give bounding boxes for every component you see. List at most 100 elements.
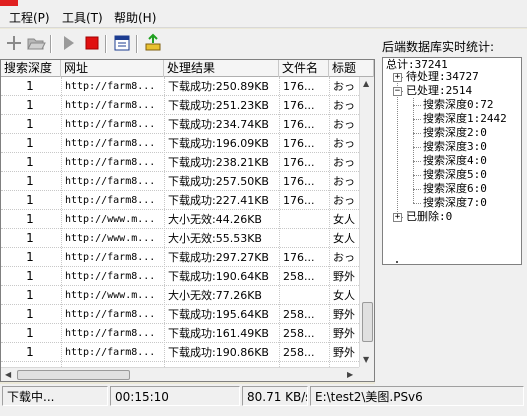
export-icon[interactable] bbox=[143, 33, 163, 53]
cell-title: おっ bbox=[333, 156, 355, 169]
cell-result: 大小无效:77.26KB bbox=[168, 289, 262, 302]
cell-title: おっ bbox=[333, 175, 355, 188]
menu-tools[interactable]: 工具(T) bbox=[62, 9, 103, 26]
expand-icon[interactable]: + bbox=[393, 73, 402, 82]
cell-url: http://farm8... bbox=[65, 252, 156, 263]
cell-result: 下载成功:161.49KB bbox=[168, 327, 269, 340]
cell-result: 下载成功:250.89KB bbox=[168, 80, 269, 93]
column-filename[interactable]: 文件名 bbox=[279, 60, 329, 77]
table-row[interactable]: 1 http://farm8... 下载成功:190.86KB 258... 野外 bbox=[1, 343, 359, 362]
table-row[interactable]: 1 http://farm8... 下载成功:196.09KB 176... おっ bbox=[1, 134, 359, 153]
table-row[interactable]: 1 http://farm8... 下载成功:190.64KB 258... 野外 bbox=[1, 267, 359, 286]
cell-filename: 258... bbox=[283, 308, 315, 321]
vertical-scrollbar[interactable]: ▲ ▼ bbox=[359, 77, 374, 367]
cell-filename: 176... bbox=[283, 194, 315, 207]
tree-depth-3[interactable]: 搜索深度3:0 bbox=[423, 140, 487, 154]
expand-icon[interactable]: + bbox=[393, 213, 402, 222]
cell-url: http://farm8... bbox=[65, 100, 156, 111]
scroll-up-icon[interactable]: ▲ bbox=[363, 79, 369, 88]
tree-deleted[interactable]: 已删除:0 bbox=[406, 210, 452, 224]
cell-url: http://farm8... bbox=[65, 309, 156, 320]
status-state: 下载中... bbox=[2, 386, 108, 406]
menu-project[interactable]: 工程(P) bbox=[9, 9, 50, 26]
cell-result: 下载成功:297.27KB bbox=[168, 251, 269, 264]
table-row[interactable]: 1 http://farm8... 下载成功:257.50KB 176... おっ bbox=[1, 172, 359, 191]
table-row[interactable]: 1 http://farm8... 下载成功:250.89KB 176... おっ bbox=[1, 77, 359, 96]
table-row[interactable]: 1 http://farm8... 下载成功:227.41KB 176... おっ bbox=[1, 191, 359, 210]
horizontal-scroll-thumb[interactable] bbox=[17, 370, 130, 380]
scroll-down-icon[interactable]: ▼ bbox=[363, 355, 369, 364]
cell-title: おっ bbox=[333, 99, 355, 112]
tree-depth-0[interactable]: 搜索深度0:72 bbox=[423, 98, 494, 112]
table-row[interactable]: 1 http://farm8... 下载成功:234.74KB 176... おっ bbox=[1, 115, 359, 134]
cell-url: http://farm8... bbox=[65, 347, 156, 358]
vertical-scroll-thumb[interactable] bbox=[362, 302, 373, 342]
cell-depth: 1 bbox=[26, 193, 34, 207]
cell-depth: 1 bbox=[26, 174, 34, 188]
cell-depth: 1 bbox=[26, 307, 34, 321]
table-row[interactable]: 1 http://farm8... 下载成功:161.49KB 258... 野外 bbox=[1, 324, 359, 343]
cell-result: 大小无效:44.26KB bbox=[168, 213, 262, 226]
tree-depth-6[interactable]: 搜索深度6:0 bbox=[423, 182, 487, 196]
download-list[interactable]: 搜索深度 网址 处理结果 文件名 标题 1 http://farm8... 下载成功… bbox=[0, 59, 375, 382]
cell-url: http://www.m... bbox=[65, 233, 156, 244]
cell-title: 女人 bbox=[333, 213, 355, 226]
scroll-corner bbox=[359, 367, 374, 381]
column-depth[interactable]: 搜索深度 bbox=[1, 60, 61, 77]
open-folder-icon[interactable] bbox=[26, 33, 46, 53]
cell-depth: 1 bbox=[26, 155, 34, 169]
cell-filename: 258... bbox=[283, 346, 315, 359]
cell-title: おっ bbox=[333, 118, 355, 131]
cell-result: 下载成功:190.64KB bbox=[168, 270, 269, 283]
column-url[interactable]: 网址 bbox=[61, 60, 164, 77]
tree-processed[interactable]: 已处理:2514 bbox=[406, 84, 472, 98]
table-row[interactable]: 1 http://farm8... 下载成功:297.27KB 176... おっ bbox=[1, 248, 359, 267]
cell-result: 下载成功:227.41KB bbox=[168, 194, 269, 207]
scroll-left-icon[interactable]: ◀ bbox=[5, 368, 11, 381]
cell-url: http://farm8... bbox=[65, 138, 156, 149]
status-elapsed: 00:15:10 bbox=[110, 386, 240, 406]
tree-depth-5[interactable]: 搜索深度5:0 bbox=[423, 168, 487, 182]
stats-tree[interactable]: 总计:37241 + 待处理:34727 − 已处理:2514 搜索深度0:72… bbox=[382, 57, 522, 265]
table-row[interactable]: 1 http://www.m... 大小无效:77.26KB 女人 bbox=[1, 286, 359, 305]
cell-filename: 176... bbox=[283, 118, 315, 131]
add-icon[interactable] bbox=[4, 33, 24, 53]
tree-depth-4[interactable]: 搜索深度4:0 bbox=[423, 154, 487, 168]
stray-dot bbox=[396, 261, 398, 263]
toolbar-separator bbox=[50, 35, 52, 53]
cell-depth: 1 bbox=[26, 231, 34, 245]
column-title[interactable]: 标题 bbox=[329, 60, 374, 77]
collapse-icon[interactable]: − bbox=[393, 87, 402, 96]
horizontal-scrollbar[interactable]: ◀ ▶ bbox=[1, 367, 359, 381]
tree-depth-1[interactable]: 搜索深度1:2442 bbox=[423, 112, 507, 126]
cell-result: 下载成功:257.50KB bbox=[168, 175, 269, 188]
tree-depth-2[interactable]: 搜索深度2:0 bbox=[423, 126, 487, 140]
table-row[interactable]: 1 http://www.m... 大小无效:44.26KB 女人 bbox=[1, 210, 359, 229]
tree-pending[interactable]: 待处理:34727 bbox=[406, 70, 479, 84]
column-result[interactable]: 处理结果 bbox=[164, 60, 279, 77]
play-icon[interactable] bbox=[58, 33, 78, 53]
stop-icon[interactable] bbox=[82, 33, 102, 53]
table-row[interactable]: 1 http://farm8... 下载成功:251.23KB 176... おっ bbox=[1, 96, 359, 115]
menu-help[interactable]: 帮助(H) bbox=[114, 9, 156, 26]
cell-filename: 176... bbox=[283, 137, 315, 150]
cell-url: http://farm8... bbox=[65, 119, 156, 130]
cell-filename: 176... bbox=[283, 251, 315, 264]
cell-title: 野外 bbox=[333, 327, 355, 340]
cell-url: http://farm8... bbox=[65, 271, 156, 282]
table-row[interactable]: 1 http://www.m... 大小无效:55.53KB 女人 bbox=[1, 229, 359, 248]
cell-url: http://farm8... bbox=[65, 176, 156, 187]
stats-title: 后端数据库实时统计: bbox=[382, 40, 495, 54]
properties-icon[interactable] bbox=[112, 33, 132, 53]
cell-title: 野外 bbox=[333, 308, 355, 321]
cell-depth: 1 bbox=[26, 326, 34, 340]
tree-depth-7[interactable]: 搜索深度7:0 bbox=[423, 196, 487, 210]
cell-depth: 1 bbox=[26, 136, 34, 150]
scroll-right-icon[interactable]: ▶ bbox=[347, 368, 353, 381]
cell-result: 大小无效:55.53KB bbox=[168, 232, 262, 245]
table-row[interactable]: 1 http://farm8... 下载成功:238.21KB 176... おっ bbox=[1, 153, 359, 172]
cell-filename: 258... bbox=[283, 270, 315, 283]
cell-depth: 1 bbox=[26, 250, 34, 264]
cell-title: おっ bbox=[333, 80, 355, 93]
table-row[interactable]: 1 http://farm8... 下载成功:195.64KB 258... 野外 bbox=[1, 305, 359, 324]
